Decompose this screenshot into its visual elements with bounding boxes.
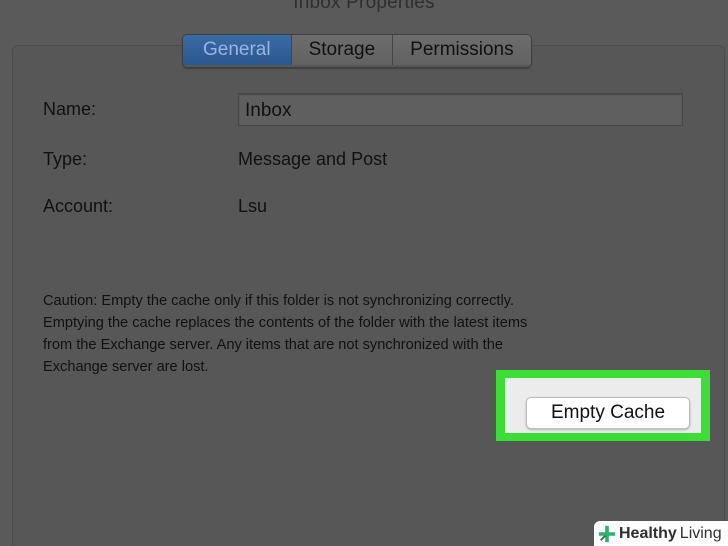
caution-text: Caution: Empty the cache only if this fo… [43,290,643,378]
type-label: Type: [43,149,88,169]
tab-general[interactable]: General [183,35,291,65]
tab-storage[interactable]: Storage [290,35,393,65]
tab-permissions[interactable]: Permissions [392,35,531,65]
inbox-properties-window: Inbox Properties General Storage Permiss… [0,0,728,546]
name-label: Name: [43,99,97,119]
tab-bar: General Storage Permissions [182,34,532,68]
account-label: Account: [43,196,114,216]
watermark-sub: Living [679,524,722,542]
name-input[interactable] [238,93,683,126]
highlight-box: Empty Cache [496,370,710,441]
highlight-inner: Empty Cache [505,378,701,433]
caution-line: Emptying the cache replaces the contents… [43,315,528,331]
plus-cross-logo-icon [598,525,616,542]
type-value: Message and Post [238,149,388,169]
empty-cache-button[interactable]: Empty Cache [526,397,690,429]
caution-line: from the Exchange server. Any items that… [43,337,503,353]
caution-line: Caution: Empty the cache only if this fo… [43,293,514,309]
window-title: Inbox Properties [293,0,435,13]
watermark-brand: Healthy [619,524,677,542]
account-value: Lsu [238,196,268,216]
healthy-living-watermark: Healthy Living [594,521,728,546]
